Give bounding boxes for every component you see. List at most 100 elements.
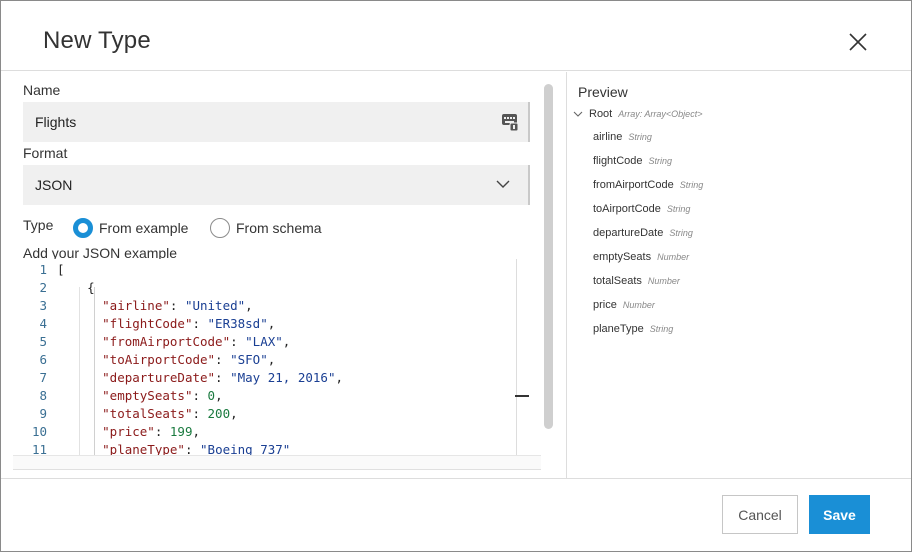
tree-item-name: emptySeats	[593, 251, 652, 263]
tree-item-name: planeType	[593, 323, 644, 335]
json-value: "Boeing 737"	[200, 442, 291, 455]
dialog-footer: Cancel Save	[1, 478, 911, 551]
json-key: "price"	[102, 424, 155, 439]
tree-item-name: departureDate	[593, 227, 664, 239]
json-value: "ER38sd"	[207, 316, 268, 331]
radio-from-example[interactable]: From example	[73, 218, 188, 238]
keyboard-icon[interactable]	[501, 112, 519, 132]
tree-item-name: toAirportCode	[593, 203, 661, 215]
json-value: "May 21, 2016"	[230, 370, 336, 385]
json-key: "totalSeats"	[102, 406, 193, 421]
tree-item-type: Number	[647, 276, 680, 286]
tree-item: emptySeats Number	[593, 251, 689, 263]
code-line: "price": 199,	[102, 424, 201, 439]
json-value: 200	[207, 406, 231, 421]
line-number: 7	[39, 370, 47, 385]
tree-item: fromAirportCode String	[593, 179, 703, 191]
tree-item-type: String	[679, 180, 704, 190]
radio-from-schema-indicator[interactable]	[210, 218, 230, 238]
new-type-dialog: New Type Name Flights Format JSON Type F…	[0, 0, 912, 552]
tree-root-name: Root	[589, 108, 613, 120]
line-number: 9	[39, 406, 47, 421]
name-input-value: Flights	[35, 114, 77, 130]
dialog-header: New Type	[1, 1, 911, 71]
tree-item: flightCode String	[593, 155, 672, 167]
code-line: "totalSeats": 200,	[102, 406, 238, 421]
form-vertical-scrollbar[interactable]	[544, 84, 553, 429]
editor-ruler	[516, 259, 517, 455]
code-line: "departureDate": "May 21, 2016",	[102, 370, 343, 385]
code-line: "planeType": "Boeing 737"	[102, 442, 291, 455]
preview-title: Preview	[578, 84, 628, 100]
tree-item: toAirportCode String	[593, 203, 690, 215]
json-key: "airline"	[102, 298, 170, 313]
json-key: "departureDate"	[102, 370, 216, 385]
close-icon[interactable]	[847, 31, 869, 53]
code-line: "fromAirportCode": "LAX",	[102, 334, 291, 349]
json-key: "emptySeats"	[102, 388, 193, 403]
type-label: Type	[23, 217, 54, 233]
tree-item-name: fromAirportCode	[593, 179, 674, 191]
json-value: 199	[169, 424, 193, 439]
code-line: "flightCode": "ER38sd",	[102, 316, 276, 331]
json-key: "planeType"	[102, 442, 185, 455]
json-value: "SFO"	[230, 352, 268, 367]
editor-overview-marker	[515, 395, 529, 397]
tree-item: totalSeats Number	[593, 275, 680, 287]
tree-item-type: String	[666, 204, 691, 214]
line-number: 3	[39, 298, 47, 313]
name-input[interactable]: Flights	[23, 102, 530, 142]
radio-from-schema[interactable]: From schema	[210, 218, 322, 238]
dialog-title: New Type	[43, 27, 151, 54]
name-label: Name	[23, 82, 61, 98]
tree-item-name: price	[593, 299, 617, 311]
preview-panel: Preview Root Array: Array<Object> airlin…	[566, 72, 911, 478]
tree-item-type: String	[628, 132, 652, 142]
line-number: 1	[39, 262, 47, 277]
cancel-button[interactable]: Cancel	[722, 495, 798, 534]
code-line: "airline": "United",	[102, 298, 253, 313]
chevron-down-icon	[496, 180, 510, 188]
line-number: 8	[39, 388, 47, 403]
radio-from-example-indicator[interactable]	[73, 218, 93, 238]
radio-from-schema-label: From schema	[236, 220, 322, 236]
code-line: {	[57, 280, 95, 295]
json-key: "toAirportCode"	[102, 352, 216, 367]
divider	[13, 469, 541, 470]
line-number: 10	[31, 424, 47, 439]
editor-horizontal-scrollbar[interactable]	[13, 455, 541, 469]
json-value: "LAX"	[245, 334, 283, 349]
code-line: "toAirportCode": "SFO",	[102, 352, 276, 367]
tree-item-type: Number	[622, 300, 655, 310]
line-number: 4	[39, 316, 47, 331]
tree-item-name: flightCode	[593, 155, 643, 167]
json-value: 0	[207, 388, 216, 403]
line-number: 2	[39, 280, 47, 295]
json-key: "fromAirportCode"	[102, 334, 231, 349]
tree-item-type: String	[648, 156, 673, 166]
tree-item-type: Number	[657, 252, 690, 262]
chevron-down-icon[interactable]	[573, 109, 583, 119]
json-key: "flightCode"	[102, 316, 193, 331]
tree-item-type: String	[649, 324, 674, 334]
tree-item: planeType String	[593, 323, 673, 335]
format-select[interactable]: JSON	[23, 165, 530, 205]
line-number: 11	[31, 442, 47, 455]
radio-from-example-label: From example	[99, 220, 189, 236]
tree-item: price Number	[593, 299, 655, 311]
tree-item-name: totalSeats	[593, 275, 642, 287]
line-number: 5	[39, 334, 47, 349]
save-button[interactable]: Save	[809, 495, 870, 534]
code-line: [	[57, 262, 65, 277]
tree-root[interactable]: Root Array: Array<Object>	[573, 108, 702, 120]
json-editor[interactable]: 1 [ 2 { 3 "airline": "United", 4 "flight…	[23, 259, 531, 455]
line-number: 6	[39, 352, 47, 367]
tree-root-type: Array: Array<Object>	[618, 109, 703, 119]
tree-item-name: airline	[593, 131, 623, 143]
format-select-value: JSON	[35, 177, 73, 193]
tree-item: airline String	[593, 131, 652, 143]
format-label: Format	[23, 145, 68, 161]
form-panel: Name Flights Format JSON Type From examp…	[1, 72, 563, 478]
tree-item: departureDate String	[593, 227, 693, 239]
code-line: "emptySeats": 0,	[102, 388, 223, 403]
